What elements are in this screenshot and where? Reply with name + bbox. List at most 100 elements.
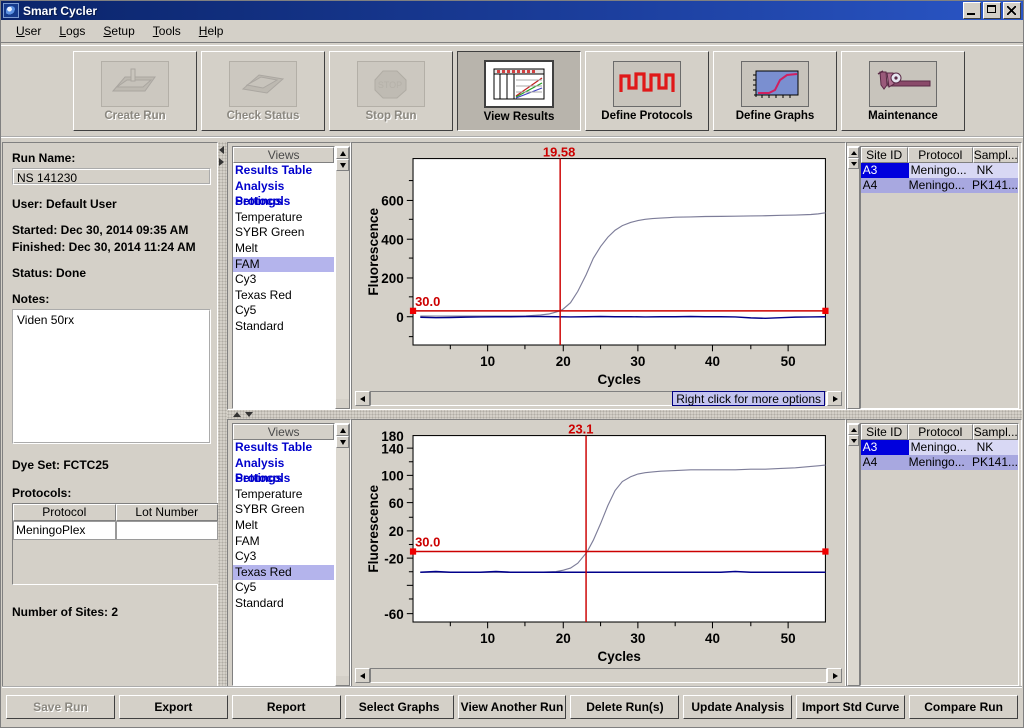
sample-cell[interactable]: PK141... (969, 178, 1018, 193)
export-button[interactable]: Export (118, 695, 228, 719)
view-item-results-table[interactable]: Results Table (233, 440, 335, 456)
table-row[interactable]: A3 Meningo... NK (860, 163, 1018, 178)
views-list-bottom[interactable]: Views Results Table Analysis Settings Pr… (232, 423, 336, 686)
report-button[interactable]: Report (231, 695, 341, 719)
scroll-right-arrow-icon[interactable] (827, 668, 842, 683)
view-item-analysis-settings[interactable]: Analysis Settings (233, 455, 335, 485)
menu-logs[interactable]: Logs (50, 22, 94, 40)
view-item-protocols[interactable]: Protocols (233, 471, 335, 487)
view-item-analysis-settings[interactable]: Analysis Settings (233, 178, 335, 208)
menu-user[interactable]: User (7, 22, 50, 40)
minimize-button[interactable] (963, 2, 981, 19)
menu-help[interactable]: Help (190, 22, 233, 40)
site-id-cell[interactable]: A4 (860, 455, 907, 470)
site-id-cell[interactable]: A3 (860, 440, 909, 455)
scroll-up-arrow-icon[interactable] (848, 147, 859, 158)
site-table-scrollbar-top[interactable] (847, 146, 860, 409)
view-item-melt[interactable]: Melt (233, 517, 335, 534)
update-analysis-button[interactable]: Update Analysis (683, 695, 793, 719)
sample-col-header[interactable]: Sampl... (972, 147, 1018, 163)
protocol-cell[interactable]: Meningo... (908, 440, 975, 455)
scroll-up-arrow-icon[interactable] (336, 424, 349, 436)
maximize-button[interactable] (983, 2, 1001, 19)
toolbar-check-status[interactable]: Check Status (201, 51, 325, 131)
view-item-cy3[interactable]: Cy3 (233, 549, 335, 565)
horizontal-splitter[interactable] (227, 410, 1022, 419)
view-item-texas-red[interactable]: Texas Red (233, 287, 335, 304)
toolbar-define-graphs[interactable]: Define Graphs (713, 51, 837, 131)
scroll-down-arrow-icon[interactable] (336, 436, 349, 448)
view-item-temperature[interactable]: Temperature (233, 486, 335, 503)
site-id-cell[interactable]: A3 (860, 163, 909, 178)
texas-red-chart[interactable]: -60 -20 20 60 100 140 180 10 20 30 40 50… (355, 423, 842, 666)
import-std-curve-button[interactable]: Import Std Curve (796, 695, 906, 719)
scroll-trough[interactable] (336, 448, 349, 676)
views-list-top[interactable]: Views Results Table Analysis Settings Pr… (232, 146, 336, 409)
table-row[interactable]: A3 Meningo... NK (860, 440, 1018, 455)
protocol-cell[interactable]: MeningoPlex (13, 521, 116, 540)
sample-cell[interactable]: NK (974, 440, 1018, 455)
scroll-left-arrow-icon[interactable] (355, 391, 370, 406)
toolbar-define-protocols[interactable]: Define Protocols (585, 51, 709, 131)
toolbar-stop-run[interactable]: STOP Stop Run (329, 51, 453, 131)
notes-textarea[interactable]: Viden 50rx (12, 309, 211, 444)
protocol-cell[interactable]: Meningo... (906, 178, 970, 193)
lot-number-cell[interactable] (115, 521, 218, 540)
texas-red-chart-scrollbar[interactable] (355, 668, 842, 683)
fam-chart[interactable]: 0 200 400 600 10 20 30 40 50 Cycles Fluo… (355, 146, 842, 389)
scroll-down-arrow-icon[interactable] (336, 159, 349, 171)
splitter-left-arrow-icon[interactable] (219, 146, 224, 154)
fam-chart-scrollbar[interactable]: Right click for more options (355, 391, 842, 406)
site-id-col-header[interactable]: Site ID (860, 147, 908, 163)
run-name-input[interactable]: NS 141230 (12, 168, 211, 185)
view-item-results-table[interactable]: Results Table (233, 163, 335, 179)
view-item-sybr-green[interactable]: SYBR Green (233, 225, 335, 241)
view-item-temperature[interactable]: Temperature (233, 209, 335, 226)
site-table-scrollbar-bottom[interactable] (847, 423, 860, 686)
menu-tools[interactable]: Tools (144, 22, 190, 40)
scroll-down-arrow-icon[interactable] (848, 435, 859, 446)
scroll-trough[interactable] (370, 668, 827, 683)
scroll-left-arrow-icon[interactable] (355, 668, 370, 683)
view-item-protocols[interactable]: Protocols (233, 194, 335, 210)
toolbar-maintenance[interactable]: Maintenance (841, 51, 965, 131)
protocol-cell[interactable]: Meningo... (908, 163, 975, 178)
table-row[interactable]: A4 Meningo... PK141... (860, 455, 1018, 470)
view-item-fam[interactable]: FAM (233, 256, 335, 273)
toolbar-create-run[interactable]: Create Run (73, 51, 197, 131)
scroll-right-arrow-icon[interactable] (827, 391, 842, 406)
table-row[interactable]: MeningoPlex (13, 521, 218, 540)
view-item-texas-red[interactable]: Texas Red (233, 564, 335, 581)
compare-run-button[interactable]: Compare Run (909, 695, 1019, 719)
splitter-right-arrow-icon[interactable] (219, 158, 224, 166)
scroll-trough[interactable] (336, 171, 349, 399)
splitter-up-arrow-icon[interactable] (233, 412, 241, 417)
sample-cell[interactable]: PK141... (969, 455, 1018, 470)
select-graphs-button[interactable]: Select Graphs (344, 695, 454, 719)
view-item-standard[interactable]: Standard (233, 318, 335, 335)
protocol-col-header[interactable]: Protocol (907, 424, 973, 440)
close-button[interactable] (1003, 2, 1021, 19)
splitter-down-arrow-icon[interactable] (245, 412, 253, 417)
protocol-cell[interactable]: Meningo... (906, 455, 970, 470)
save-run-button[interactable]: Save Run (6, 695, 115, 719)
scroll-up-arrow-icon[interactable] (336, 147, 349, 159)
menu-setup[interactable]: Setup (94, 22, 143, 40)
protocol-col-header[interactable]: Protocol (907, 147, 973, 163)
view-another-run-button[interactable]: View Another Run (457, 695, 567, 719)
sample-cell[interactable]: NK (974, 163, 1018, 178)
site-id-cell[interactable]: A4 (860, 178, 907, 193)
lot-number-col-header[interactable]: Lot Number (115, 504, 218, 521)
site-table-bottom[interactable]: Site ID Protocol Sampl... A3 Meningo... … (859, 423, 1019, 686)
delete-runs-button[interactable]: Delete Run(s) (570, 695, 680, 719)
sample-col-header[interactable]: Sampl... (972, 424, 1018, 440)
toolbar-view-results[interactable]: View Results (457, 51, 581, 131)
view-item-melt[interactable]: Melt (233, 240, 335, 257)
view-item-standard[interactable]: Standard (233, 595, 335, 612)
scroll-up-arrow-icon[interactable] (848, 424, 859, 435)
view-item-cy3[interactable]: Cy3 (233, 272, 335, 288)
vertical-splitter[interactable] (218, 142, 227, 687)
site-id-col-header[interactable]: Site ID (860, 424, 908, 440)
table-row[interactable]: A4 Meningo... PK141... (860, 178, 1018, 193)
view-item-sybr-green[interactable]: SYBR Green (233, 502, 335, 518)
